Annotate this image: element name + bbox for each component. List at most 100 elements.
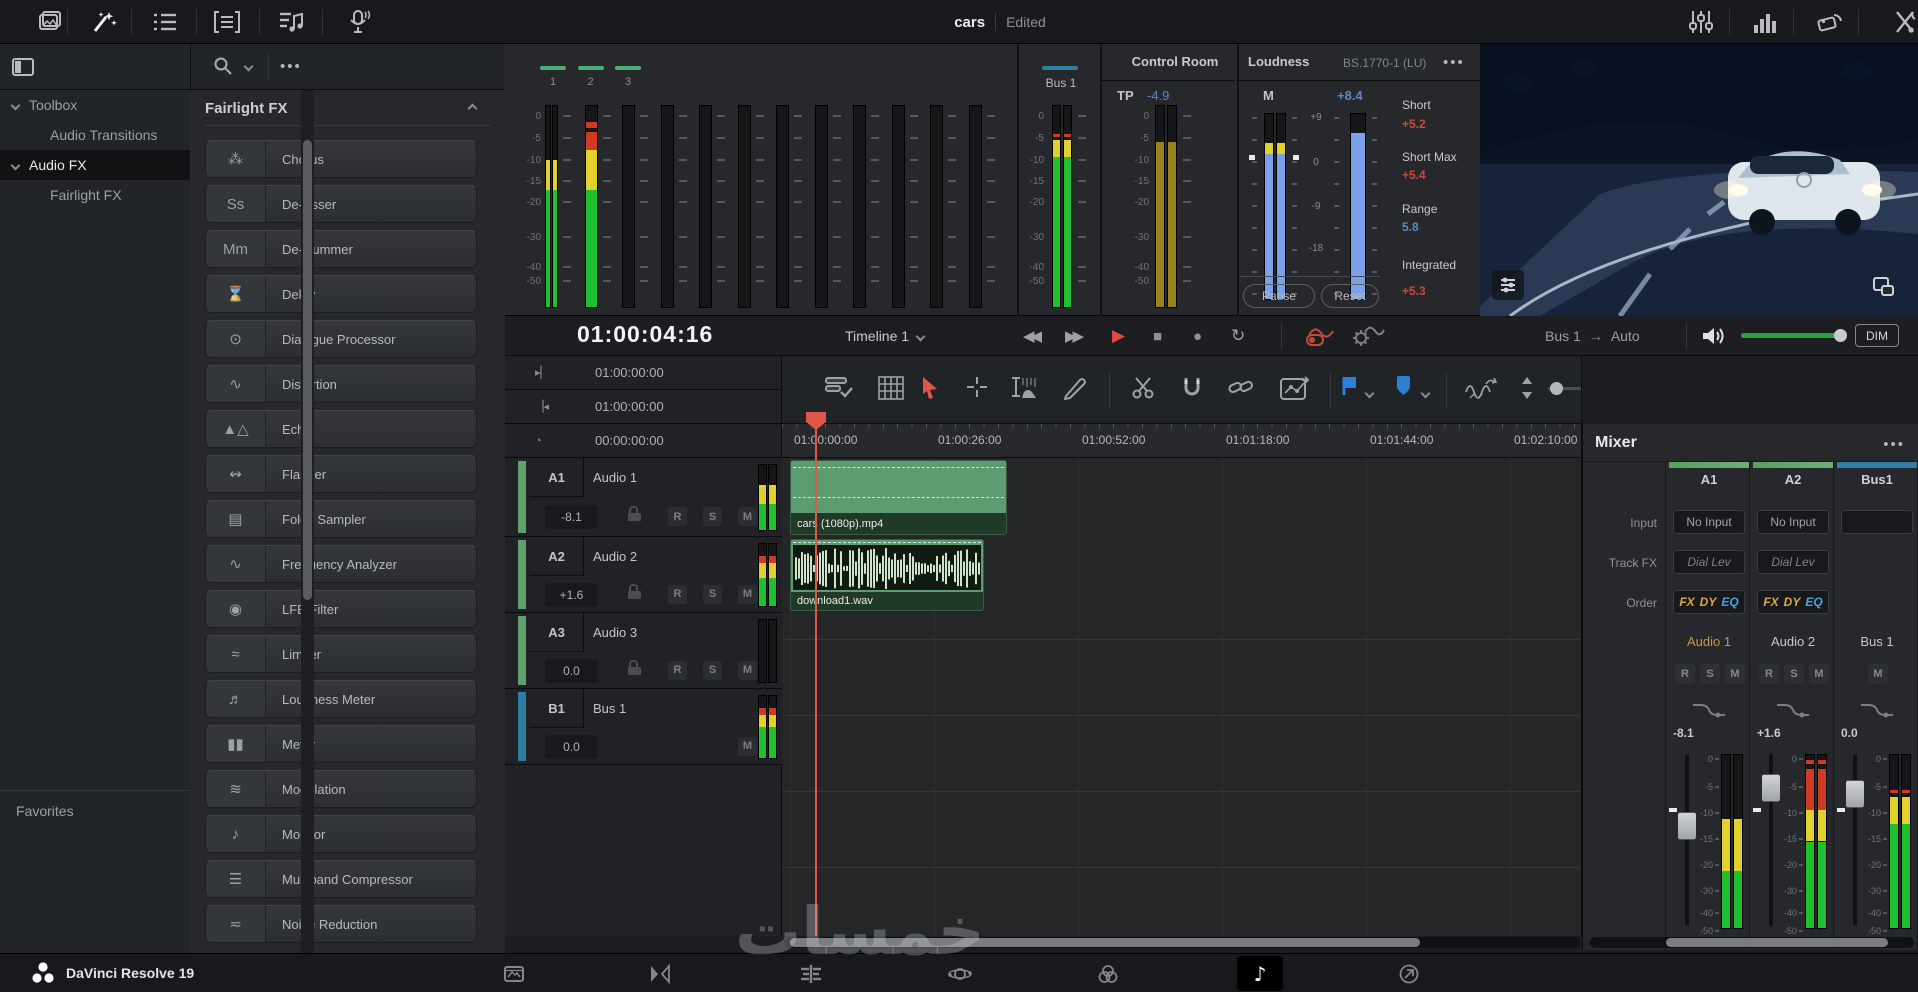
fx-item-lfe-filter[interactable]: ◉ LFE Filter [205, 590, 477, 628]
slider-knob[interactable] [1550, 382, 1563, 395]
page-color-button[interactable] [1085, 954, 1131, 992]
fx-scrollbar-thumb[interactable] [303, 140, 312, 600]
range-tool-icon[interactable] [966, 376, 988, 398]
pencil-tool-icon[interactable] [1062, 376, 1088, 400]
pointer-tool-icon[interactable] [921, 376, 939, 400]
mixer-hscrollbar-track[interactable] [1590, 937, 1914, 948]
order-badge-dy[interactable]: DY [1784, 595, 1801, 609]
speaker-icon[interactable] [1701, 316, 1725, 356]
timeline-hscrollbar-thumb[interactable] [790, 938, 1420, 947]
record-arm-button[interactable]: R [1675, 664, 1695, 684]
fx-item-monitor[interactable]: ♪Monitor [205, 815, 477, 853]
automation-settings-icon[interactable] [1351, 316, 1385, 356]
fader-track[interactable] [1685, 754, 1689, 926]
track-grid-icon[interactable] [878, 376, 904, 400]
pan-curve-icon[interactable] [1691, 700, 1727, 720]
track-header-a1[interactable]: A1 Audio 1 -8.1 R S M [505, 458, 782, 537]
timeline-hscrollbar-track[interactable] [784, 937, 1580, 948]
fx-item-distortion[interactable]: ∿Distortion [205, 365, 477, 403]
mixer-input-selector[interactable]: No Input [1673, 510, 1745, 534]
volume-slider-knob[interactable] [1834, 329, 1847, 342]
mixer-input-selector[interactable] [1841, 510, 1913, 534]
fx-item-chorus[interactable]: ⁂Chorus [205, 140, 477, 178]
media-pool-icon[interactable] [35, 8, 65, 36]
mixer-channel-name[interactable]: Audio 1 [1669, 634, 1749, 649]
chevron-down-icon[interactable] [1420, 386, 1431, 400]
stop-button[interactable]: ■ [1153, 316, 1162, 356]
keyframe-icon[interactable] [1280, 376, 1310, 402]
fx-item-de-esser[interactable]: SsDe-Esser [205, 185, 477, 223]
loudness-options-icon[interactable]: ••• [1443, 54, 1465, 71]
mixer-hscrollbar-thumb[interactable] [1666, 938, 1888, 947]
track-header-a2[interactable]: A2 Audio 2 +1.6 R S M [505, 537, 782, 613]
sidebar-item-audio-transitions[interactable]: Audio Transitions [0, 120, 190, 150]
fx-item-meter[interactable]: ▮▮ Meter [205, 725, 477, 763]
record-arm-button[interactable]: R [668, 584, 687, 604]
order-badge-eq[interactable]: EQ [1721, 595, 1738, 609]
track-header-b1[interactable]: B1 Bus 1 0.0 M [505, 689, 782, 765]
collapse-chevron-icon[interactable] [467, 103, 478, 114]
vertical-zoom-slider[interactable] [1548, 382, 1581, 395]
page-fusion-button[interactable] [937, 954, 983, 992]
mixer-order-badges[interactable]: FX DY EQ [1757, 590, 1829, 614]
solo-button[interactable]: S [1784, 664, 1804, 684]
mixer-trackfx-slot[interactable]: Dial Lev [1673, 550, 1745, 574]
dim-button[interactable]: DIM [1855, 324, 1899, 347]
inspector-panel-icon[interactable] [1890, 8, 1918, 36]
voiceover-icon[interactable] [344, 8, 374, 36]
mute-button[interactable]: M [738, 507, 757, 526]
timeline-ruler[interactable]: 01:00:00:00 01:00:26:00 01:00:52:00 01:01:1… [782, 424, 1581, 458]
fx-item-de-hummer[interactable]: Mm De-Hummer [205, 230, 477, 268]
fx-scrollbar-track[interactable] [301, 90, 314, 953]
track-header-a3[interactable]: A3 Audio 3 0.0 R S M [505, 613, 782, 689]
sidebar-item-audio-fx[interactable]: Audio FX [0, 150, 190, 180]
mixer-options-icon[interactable]: ••• [1883, 436, 1905, 453]
record-button[interactable]: ● [1193, 316, 1202, 356]
page-fairlight-button[interactable]: ♪ [1237, 956, 1283, 991]
monitor-path[interactable]: Bus 1 → Auto [1545, 316, 1640, 356]
rewind-button[interactable]: ◀◀ [1023, 316, 1042, 356]
mute-button[interactable]: M [738, 736, 757, 756]
solo-button[interactable]: S [1700, 664, 1720, 684]
mixer-channel-name[interactable]: Audio 2 [1753, 634, 1833, 649]
record-arm-button[interactable]: R [668, 660, 687, 680]
timeline-header-value[interactable]: 01:00:00:00 [595, 365, 664, 380]
pan-curve-icon[interactable] [1859, 700, 1895, 720]
sidebar-item-toolbox[interactable]: Toolbox [0, 90, 190, 120]
index-icon[interactable] [150, 8, 180, 36]
fader-knob[interactable] [1678, 812, 1696, 840]
sidebar-item-fairlight-fx[interactable]: Fairlight FX [0, 180, 190, 210]
marker-icon[interactable] [1396, 376, 1411, 395]
mixer-gain-value[interactable]: -8.1 [1673, 726, 1694, 740]
fx-item-frequency-analyzer[interactable]: ∿ Frequency Analyzer [205, 545, 477, 583]
order-badge-eq[interactable]: EQ [1805, 595, 1822, 609]
link-icon[interactable] [1228, 376, 1254, 398]
clip-cars-1080p-mp4[interactable]: cars (1080p).mp4 [790, 460, 1007, 535]
mixer-channel-name[interactable]: Bus 1 [1837, 634, 1917, 649]
sound-library-icon[interactable] [277, 8, 307, 36]
adr-icon[interactable] [212, 8, 242, 36]
reset-button[interactable]: Reset [1321, 284, 1379, 308]
order-badge-fx[interactable]: FX [1679, 595, 1694, 609]
solo-button[interactable]: S [703, 584, 722, 604]
fx-item-limiter[interactable]: ≈Limiter [205, 635, 477, 673]
expand-chevron-icon[interactable] [10, 100, 21, 110]
mixer-trackfx-slot[interactable]: Dial Lev [1757, 550, 1829, 574]
record-arm-button[interactable]: R [1759, 664, 1779, 684]
pause-button[interactable]: Pause [1243, 284, 1315, 308]
loop-button[interactable]: ↻ [1231, 316, 1245, 356]
meters-panel-icon[interactable] [1750, 8, 1780, 36]
automation-toggle-icon[interactable] [1305, 316, 1335, 356]
mute-button[interactable]: M [1868, 664, 1888, 684]
mixer-gain-value[interactable]: +1.6 [1757, 726, 1781, 740]
mixer-panel-icon[interactable] [1686, 8, 1716, 36]
vertical-zoom-icon[interactable] [1520, 376, 1534, 400]
order-badge-fx[interactable]: FX [1763, 595, 1778, 609]
timeline-selector[interactable]: Timeline 1 [845, 316, 926, 356]
expand-viewer-icon[interactable] [1868, 272, 1900, 302]
fx-item-noise-reduction[interactable]: ≂ Noise Reduction [205, 905, 477, 943]
metadata-panel-icon[interactable] [1815, 8, 1845, 36]
fx-item-multiband-compressor[interactable]: ☰ Multiband Compressor [205, 860, 477, 898]
mute-button[interactable]: M [1725, 664, 1745, 684]
timeline-header-value[interactable]: 00:00:00:00 [595, 433, 664, 448]
